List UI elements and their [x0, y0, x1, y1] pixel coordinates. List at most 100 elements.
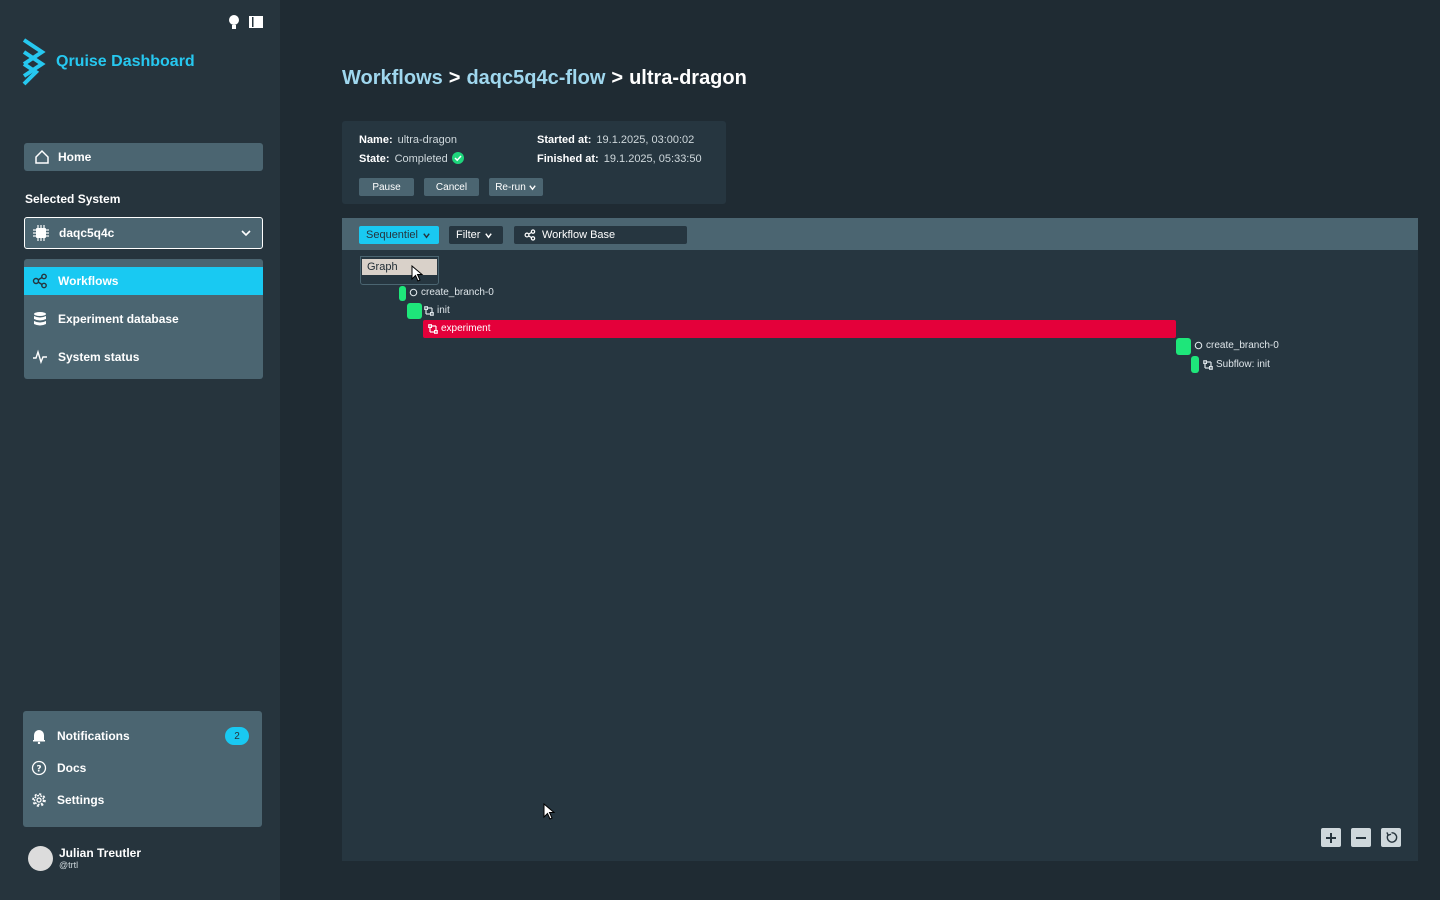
nav-item-experiment-database[interactable]: Experiment database [24, 305, 263, 333]
timeline-node: create_branch-0 [1194, 340, 1279, 351]
app-title: Qruise Dashboard [56, 53, 195, 70]
zoom-out-button[interactable] [1351, 828, 1371, 847]
finished-value: 19.1.2025, 05:33:50 [603, 153, 702, 165]
workflow-viewer: Sequentiel Filter Workflow Base [342, 218, 1418, 861]
settings-item[interactable]: Settings [23, 789, 262, 811]
gear-icon [32, 793, 46, 807]
home-icon [35, 149, 49, 164]
dropdown-option-graph[interactable]: Graph [362, 259, 437, 275]
breadcrumb: Workflows > daqc5q4c-flow > ultra-dragon [342, 67, 747, 90]
qruise-logo-icon [22, 38, 46, 86]
timeline-bar-init[interactable] [407, 303, 422, 319]
timeline-node: create_branch-0 [409, 287, 494, 298]
main-nav: Workflows Experiment database System sta… [24, 259, 263, 379]
lightbulb-icon[interactable] [226, 14, 242, 30]
filter-button[interactable]: Filter [449, 226, 503, 244]
timeline-node: Subflow: init [1203, 359, 1270, 370]
cancel-button[interactable]: Cancel [424, 178, 479, 196]
reset-icon [1385, 832, 1397, 843]
started-row: Started at: 19.1.2025, 03:00:02 [537, 134, 694, 146]
finished-label: Finished at: [537, 153, 599, 165]
home-label: Home [58, 150, 92, 164]
system-select[interactable]: daqc5q4c [24, 217, 263, 249]
chip-icon [33, 225, 49, 241]
branch-circle-icon [1194, 341, 1203, 350]
viewer-toolbar: Sequentiel Filter Workflow Base [342, 218, 1418, 250]
chevron-down-icon [241, 230, 251, 237]
view-mode-label: Sequentiel [366, 229, 418, 241]
breadcrumb-current: ultra-dragon [629, 67, 747, 89]
state-row: State: Completed [359, 152, 464, 165]
flow-icon [428, 323, 438, 334]
nav-label-workflows: Workflows [58, 274, 119, 288]
workflow-base-label: Workflow Base [542, 229, 616, 241]
timeline-node-label: init [437, 305, 450, 316]
sidebar-toggle-icon[interactable] [248, 14, 264, 30]
finished-row: Finished at: 19.1.2025, 05:33:50 [537, 153, 702, 165]
sidebar: Qruise Dashboard Home Selected System da… [0, 0, 280, 900]
logo[interactable]: Qruise Dashboard [22, 38, 195, 86]
mouse-cursor-icon [543, 803, 556, 820]
breadcrumb-separator: > [448, 67, 461, 89]
svg-text:?: ? [36, 765, 41, 775]
zoom-in-button[interactable] [1321, 828, 1341, 847]
home-button[interactable]: Home [24, 143, 263, 171]
reset-zoom-button[interactable] [1381, 828, 1401, 847]
nav-item-system-status[interactable]: System status [24, 343, 263, 371]
started-value: 19.1.2025, 03:00:02 [596, 134, 695, 146]
system-value: daqc5q4c [59, 226, 115, 240]
view-mode-select[interactable]: Sequentiel [359, 226, 439, 244]
flow-icon [1203, 359, 1213, 370]
timeline-bar-subflow-init[interactable] [1191, 356, 1199, 373]
name-label: Name: [359, 134, 393, 146]
database-icon [34, 312, 46, 326]
chevron-down-icon [485, 232, 493, 238]
user-name: Julian Treutler [59, 846, 142, 860]
user-profile[interactable]: Julian Treutler @trtl [28, 846, 141, 871]
pulse-icon [33, 349, 47, 365]
pause-button[interactable]: Pause [359, 178, 414, 196]
bell-icon [33, 730, 45, 744]
minus-icon [1356, 836, 1366, 839]
bottom-nav: Notifications 2 ? Docs Settings [23, 711, 262, 827]
docs-label: Docs [57, 761, 87, 775]
notifications-badge: 2 [225, 727, 249, 745]
timeline-node-label: create_branch-0 [1206, 340, 1279, 351]
breadcrumb-flow[interactable]: daqc5q4c-flow [466, 67, 605, 90]
workflow-info-card: Name: ultra-dragon State: Completed Starte… [342, 121, 726, 204]
workflow-base-selector[interactable]: Workflow Base [514, 226, 687, 244]
breadcrumb-separator: > [611, 67, 624, 89]
flow-icon [424, 305, 434, 316]
selected-system-label: Selected System [25, 192, 121, 206]
nav-item-workflows[interactable]: Workflows [24, 267, 263, 295]
help-icon: ? [31, 760, 47, 776]
chevron-down-icon [529, 184, 536, 190]
state-value: Completed [394, 153, 448, 165]
workflow-icon [524, 229, 536, 241]
check-icon [451, 152, 464, 165]
view-mode-dropdown: Graph [360, 256, 439, 285]
notifications-item[interactable]: Notifications 2 [23, 725, 262, 747]
timeline-node: experiment [428, 323, 490, 334]
timeline-bar-create-branch[interactable] [399, 286, 406, 301]
settings-label: Settings [57, 793, 105, 807]
user-handle: @trtl [59, 860, 79, 870]
nav-label-experiment-database: Experiment database [58, 312, 179, 326]
state-label: State: [359, 153, 390, 165]
started-label: Started at: [537, 134, 592, 146]
plus-icon [1326, 832, 1336, 843]
name-row: Name: ultra-dragon [359, 134, 457, 146]
name-value: ultra-dragon [397, 134, 457, 146]
rerun-button[interactable]: Re-run [489, 178, 543, 196]
top-icons [226, 14, 264, 30]
filter-label: Filter [456, 229, 481, 241]
timeline-node: init [424, 305, 450, 316]
breadcrumb-workflows[interactable]: Workflows [342, 67, 443, 90]
timeline-bar-create-branch-2[interactable] [1176, 338, 1191, 355]
branch-circle-icon [409, 288, 418, 297]
workflow-icon [32, 273, 47, 289]
timeline-node-label: experiment [441, 323, 491, 334]
timeline-bar-experiment[interactable] [423, 320, 1176, 338]
mouse-cursor-icon [411, 265, 424, 282]
docs-item[interactable]: ? Docs [23, 757, 262, 779]
